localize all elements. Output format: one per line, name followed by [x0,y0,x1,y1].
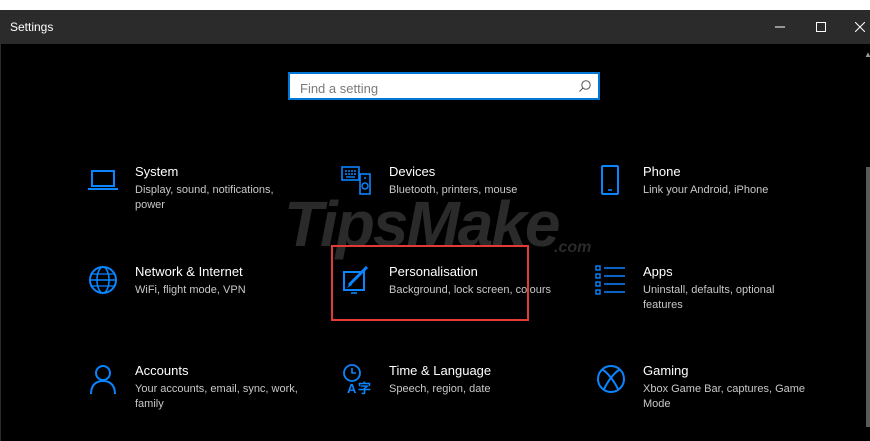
close-button[interactable] [841,10,870,44]
tile-description: WiFi, flight mode, VPN [135,284,246,296]
tile-devices[interactable]: Devices Bluetooth, printers, mouse [341,164,561,228]
tile-name: Devices [389,164,436,179]
xbox-icon [597,365,625,393]
scroll-up-arrow[interactable]: ▲ [864,50,870,59]
tile-name: Network & Internet [135,264,243,279]
close-icon [855,22,865,32]
time-language-icon: A 字 [343,364,371,395]
svg-text:A: A [347,381,357,395]
tile-name: Accounts [135,363,189,378]
svg-text:字: 字 [358,381,371,395]
tile-description: Uninstall, defaults, optional features [643,284,775,311]
tile-phone[interactable]: Phone Link your Android, iPhone [595,164,815,228]
maximize-button[interactable] [802,10,840,44]
tile-gaming[interactable]: Gaming Xbox Game Bar, captures, Game Mod… [595,363,815,427]
window-title: Settings [10,20,54,34]
search-icon[interactable] [578,79,592,93]
maximize-icon [816,22,826,32]
tile-name: Apps [643,264,673,279]
tile-description: Speech, region, date [389,383,491,395]
tile-description: Xbox Game Bar, captures, Game Mode [643,383,806,410]
tile-time-language[interactable]: A 字 Time & Language Speech, region, date [341,363,561,427]
tile-name: Gaming [643,363,689,378]
globe-icon [89,266,117,294]
tile-system[interactable]: System Display, sound, notifications, po… [87,164,307,228]
keyboard-speaker-icon [341,166,371,195]
title-bar[interactable]: Settings [1,10,870,44]
tile-name: Time & Language [389,363,492,378]
apps-list-icon [595,265,625,295]
tile-description: Bluetooth, printers, mouse [389,184,518,196]
search-box[interactable] [288,72,600,100]
laptop-icon [88,170,118,190]
tile-apps[interactable]: Apps Uninstall, defaults, optional featu… [595,264,815,328]
tile-name: Phone [643,164,681,179]
highlight-box [331,245,529,321]
tile-description: Display, sound, notifications, power [135,184,274,211]
tile-description: Link your Android, iPhone [643,184,769,196]
tile-accounts[interactable]: Accounts Your accounts, email, sync, wor… [87,363,307,427]
phone-icon [601,165,619,195]
tile-network-internet[interactable]: Network & Internet WiFi, flight mode, VP… [87,264,307,328]
tile-description: Your accounts, email, sync, work, family [135,383,298,410]
minimize-button[interactable] [761,10,799,44]
settings-window: Settings ▲ TipsMake .com System Display,… [0,10,870,441]
person-icon [90,365,116,395]
minimize-icon [775,26,785,28]
scrollbar-thumb[interactable] [866,167,870,427]
svg-text:.com: .com [554,239,591,256]
tile-name: System [135,164,179,179]
search-input[interactable] [298,77,562,99]
